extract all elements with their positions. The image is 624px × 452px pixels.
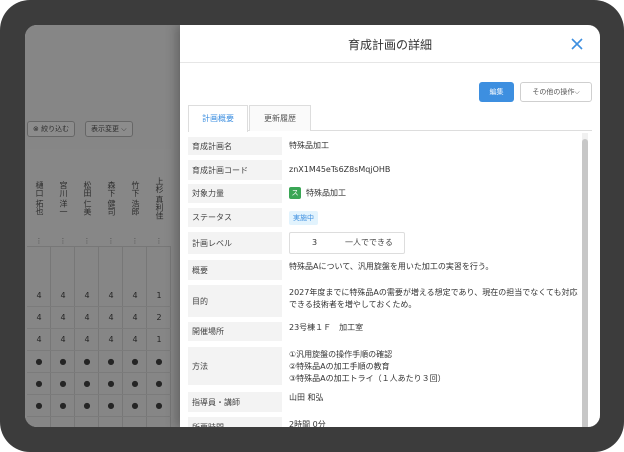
- skill-type-badge: ス: [289, 187, 301, 199]
- field-value: 特殊品Aについて、汎用旋盤を用いた加工の実習を行う。: [289, 262, 494, 271]
- field-row: 対象力量 ス特殊品加工: [188, 184, 580, 203]
- field-row: 目的 2027年度までに特殊品Aの需要が増える想定であり、現在の担当でなくても対…: [188, 285, 580, 317]
- field-row: 概要 特殊品Aについて、汎用旋盤を用いた加工の実習を行う。: [188, 260, 580, 280]
- field-value: 特殊品加工: [289, 141, 329, 150]
- detail-panel: 育成計画の詳細 編集 その他の操作⌵ 計画概要 更新履歴 育成計画名 特殊品加工…: [180, 25, 600, 427]
- field-row: 所要時間 2時間 0分: [188, 417, 580, 427]
- tab-bar: 計画概要 更新履歴: [188, 105, 592, 132]
- plan-details: 育成計画名 特殊品加工 育成計画コード znX1M45eTs6Z8sMqjOHB…: [188, 137, 580, 427]
- field-label: 開催場所: [188, 322, 282, 341]
- panel-title: 育成計画の詳細: [347, 38, 432, 52]
- field-label: 目的: [188, 285, 282, 317]
- field-label: 所要時間: [188, 417, 282, 427]
- panel-header: 育成計画の詳細: [180, 25, 600, 63]
- close-icon[interactable]: [567, 34, 587, 54]
- field-row: 育成計画コード znX1M45eTs6Z8sMqjOHB: [188, 160, 580, 180]
- field-label: 育成計画コード: [188, 160, 282, 180]
- field-row: 計画レベル 3 一人でできる: [188, 232, 580, 254]
- tab-update-history[interactable]: 更新履歴: [249, 105, 311, 131]
- field-value: 実施中: [289, 211, 579, 225]
- field-value: 2027年度までに特殊品Aの需要が増える想定であり、現在の担当でなくても対応でき…: [289, 288, 578, 309]
- level-number: 3: [312, 238, 318, 247]
- tab-plan-overview[interactable]: 計画概要: [188, 105, 248, 132]
- field-value: 2時間 0分: [289, 420, 326, 427]
- field-value: znX1M45eTs6Z8sMqjOHB: [289, 165, 391, 174]
- field-label: 育成計画名: [188, 137, 282, 155]
- field-row: ステータス 実施中: [188, 208, 580, 227]
- field-value: ①汎用旋盤の操作手順の確認 ②特殊品Aの加工手順の教育 ③特殊品Aの加工トライ（…: [289, 349, 579, 385]
- target-skill-name: 特殊品加工: [306, 188, 346, 198]
- plan-level-box: 3 一人でできる: [289, 232, 405, 254]
- status-badge: 実施中: [289, 211, 318, 225]
- method-line: ①汎用旋盤の操作手順の確認: [289, 350, 393, 359]
- field-label: ステータス: [188, 208, 282, 227]
- field-label: 計画レベル: [188, 232, 282, 254]
- screen: ⊗ 絞り込む 表示変更 ⌵ 樋口 拓也 ⋮ 4 4 4 ● ● ● 宮川 洋一 …: [25, 25, 600, 427]
- field-row: 育成計画名 特殊品加工: [188, 137, 580, 155]
- field-row: 方法 ①汎用旋盤の操作手順の確認 ②特殊品Aの加工手順の教育 ③特殊品Aの加工ト…: [188, 347, 580, 385]
- edit-button[interactable]: 編集: [479, 82, 514, 102]
- scrollbar[interactable]: [582, 133, 588, 427]
- field-value: 山田 和弘: [289, 393, 324, 402]
- field-label: 対象力量: [188, 184, 282, 203]
- field-label: 指導員・講師: [188, 392, 282, 412]
- field-row: 開催場所 23号棟１Ｆ 加工室: [188, 322, 580, 341]
- field-value: 23号棟１Ｆ 加工室: [289, 323, 364, 332]
- level-description: 一人でできる: [345, 238, 393, 247]
- field-label: 方法: [188, 347, 282, 385]
- tablet-frame: ⊗ 絞り込む 表示変更 ⌵ 樋口 拓也 ⋮ 4 4 4 ● ● ● 宮川 洋一 …: [0, 0, 624, 452]
- field-value: ス特殊品加工: [289, 187, 579, 200]
- method-line: ②特殊品Aの加工手順の教育: [289, 362, 390, 371]
- more-actions-dropdown[interactable]: その他の操作⌵: [520, 82, 592, 102]
- field-label: 概要: [188, 260, 282, 280]
- scroll-thumb[interactable]: [582, 139, 588, 427]
- method-line: ③特殊品Aの加工トライ（１人あたり３回）: [289, 374, 446, 383]
- field-row: 指導員・講師 山田 和弘: [188, 392, 580, 412]
